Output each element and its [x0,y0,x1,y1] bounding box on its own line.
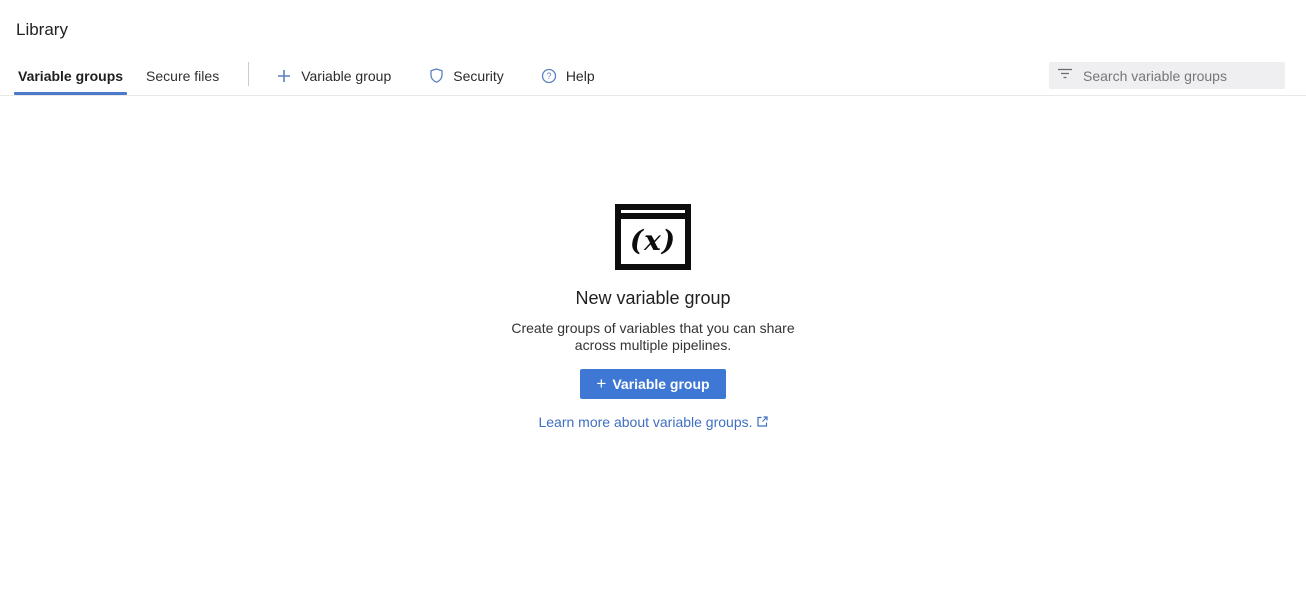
add-variable-group-command[interactable]: Variable group [276,56,391,95]
description-line-2: across multiple pipelines. [511,337,794,354]
security-label: Security [453,68,504,84]
shield-icon [428,68,444,84]
vertical-divider [248,62,249,86]
description-line-1: Create groups of variables that you can … [511,320,794,337]
add-variable-group-label: Variable group [301,68,391,84]
tab-secure-files-label: Secure files [146,68,219,84]
learn-more-link[interactable]: Learn more about variable groups. [538,414,767,430]
variable-group-button[interactable]: + Variable group [580,369,725,399]
help-command[interactable]: ? Help [541,56,595,95]
variable-group-window-icon: (x) [615,204,691,270]
help-circle-icon: ? [541,68,557,84]
variable-group-button-label: Variable group [612,376,709,392]
tab-variable-groups[interactable]: Variable groups [16,56,125,95]
security-command[interactable]: Security [428,56,504,95]
empty-state-description: Create groups of variables that you can … [511,320,794,354]
help-label: Help [566,68,595,84]
empty-state: (x) New variable group Create groups of … [0,204,1306,430]
variable-glyph: (x) [621,219,685,264]
toolbar-spacer [632,56,1049,95]
search-box[interactable] [1049,62,1285,89]
filter-icon [1057,67,1073,85]
tab-secure-files[interactable]: Secure files [144,56,221,95]
tab-variable-groups-label: Variable groups [18,68,123,84]
learn-more-link-label: Learn more about variable groups. [538,414,752,430]
search-input[interactable] [1083,68,1277,84]
empty-state-title: New variable group [575,288,730,309]
svg-text:?: ? [546,71,551,81]
tab-and-command-bar: Variable groups Secure files Variable gr… [0,56,1306,96]
plus-icon [276,68,292,84]
page-title: Library [0,0,1306,39]
external-link-icon [757,414,768,430]
plus-icon: + [596,375,606,392]
